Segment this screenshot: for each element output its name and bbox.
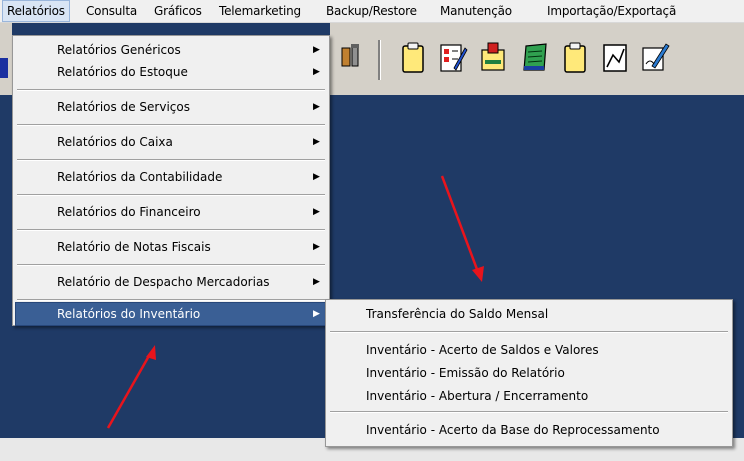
menu-separator <box>17 124 325 126</box>
menu-consulta[interactable]: Consulta <box>82 0 141 22</box>
menu-item-transferencia-saldo[interactable]: Transferência do Saldo Mensal <box>328 302 730 326</box>
left-toolbar-strip <box>0 23 12 95</box>
menu-item-abertura-encerramento[interactable]: Inventário - Abertura / Encerramento <box>328 384 730 408</box>
menu-separator <box>17 264 325 266</box>
menu-telemarketing[interactable]: Telemarketing <box>215 0 305 22</box>
menu-separator <box>17 159 325 161</box>
menu-separator <box>17 89 325 91</box>
menu-item-relatorios-estoque[interactable]: Relatórios do Estoque ▶ <box>15 60 327 84</box>
notepad-icon[interactable] <box>520 40 550 74</box>
menu-graficos[interactable]: Gráficos <box>150 0 206 22</box>
menu-item-emissao-relatorio[interactable]: Inventário - Emissão do Relatório <box>328 361 730 385</box>
clipboard-icon[interactable] <box>398 40 428 74</box>
toolbar-separator <box>378 40 381 80</box>
submenu-arrow-icon: ▶ <box>313 102 320 112</box>
menu-separator <box>17 299 325 301</box>
toolbar-icon-fragment <box>0 58 8 78</box>
inventario-submenu: Transferência do Saldo Mensal Inventário… <box>325 299 733 447</box>
pen-sign-icon[interactable] <box>640 40 670 74</box>
menu-separator <box>17 229 325 231</box>
menu-separator <box>330 331 728 333</box>
checklist-edit-icon[interactable] <box>438 40 468 74</box>
menu-item-relatorio-notas-fiscais[interactable]: Relatório de Notas Fiscais ▶ <box>15 235 327 259</box>
menu-item-relatorios-inventario[interactable]: Relatórios do Inventário ▶ <box>15 302 327 326</box>
menu-importacao-exportacao[interactable]: Importação/Exportaçã <box>543 0 680 22</box>
menu-item-relatorios-financeiro[interactable]: Relatórios do Financeiro ▶ <box>15 200 327 224</box>
menu-manutencao[interactable]: Manutenção <box>436 0 516 22</box>
submenu-arrow-icon: ▶ <box>313 277 320 287</box>
menu-item-relatorios-caixa[interactable]: Relatórios do Caixa ▶ <box>15 130 327 154</box>
menu-relatorios[interactable]: Relatórios <box>2 0 70 22</box>
menu-item-relatorios-servicos[interactable]: Relatórios de Serviços ▶ <box>15 95 327 119</box>
menu-item-relatorios-contabilidade[interactable]: Relatórios da Contabilidade ▶ <box>15 165 327 189</box>
submenu-arrow-icon: ▶ <box>313 309 320 319</box>
submenu-arrow-icon: ▶ <box>313 207 320 217</box>
menu-item-relatorio-despacho[interactable]: Relatório de Despacho Mercadorias ▶ <box>15 270 327 294</box>
submenu-arrow-icon: ▶ <box>313 137 320 147</box>
relatorios-dropdown: Relatórios Genéricos ▶ Relatórios do Est… <box>12 35 330 326</box>
tools-icon[interactable] <box>336 40 366 74</box>
submenu-arrow-icon: ▶ <box>313 67 320 77</box>
submenu-arrow-icon: ▶ <box>313 172 320 182</box>
menu-item-acerto-base-reprocessamento[interactable]: Inventário - Acerto da Base do Reprocess… <box>328 418 730 442</box>
submenu-arrow-icon: ▶ <box>313 45 320 55</box>
clipboard-blank-icon[interactable] <box>560 40 590 74</box>
menu-separator <box>330 411 728 413</box>
menu-item-acerto-saldos[interactable]: Inventário - Acerto de Saldos e Valores <box>328 338 730 362</box>
menu-bar: Relatórios Consulta Gráficos Telemarketi… <box>0 0 744 23</box>
submenu-arrow-icon: ▶ <box>313 242 320 252</box>
document-stamp-icon[interactable] <box>478 40 508 74</box>
menu-separator <box>17 194 325 196</box>
chart-window-icon[interactable] <box>600 40 630 74</box>
menu-backup-restore[interactable]: Backup/Restore <box>322 0 421 22</box>
menu-item-relatorios-genericos[interactable]: Relatórios Genéricos ▶ <box>15 38 327 62</box>
